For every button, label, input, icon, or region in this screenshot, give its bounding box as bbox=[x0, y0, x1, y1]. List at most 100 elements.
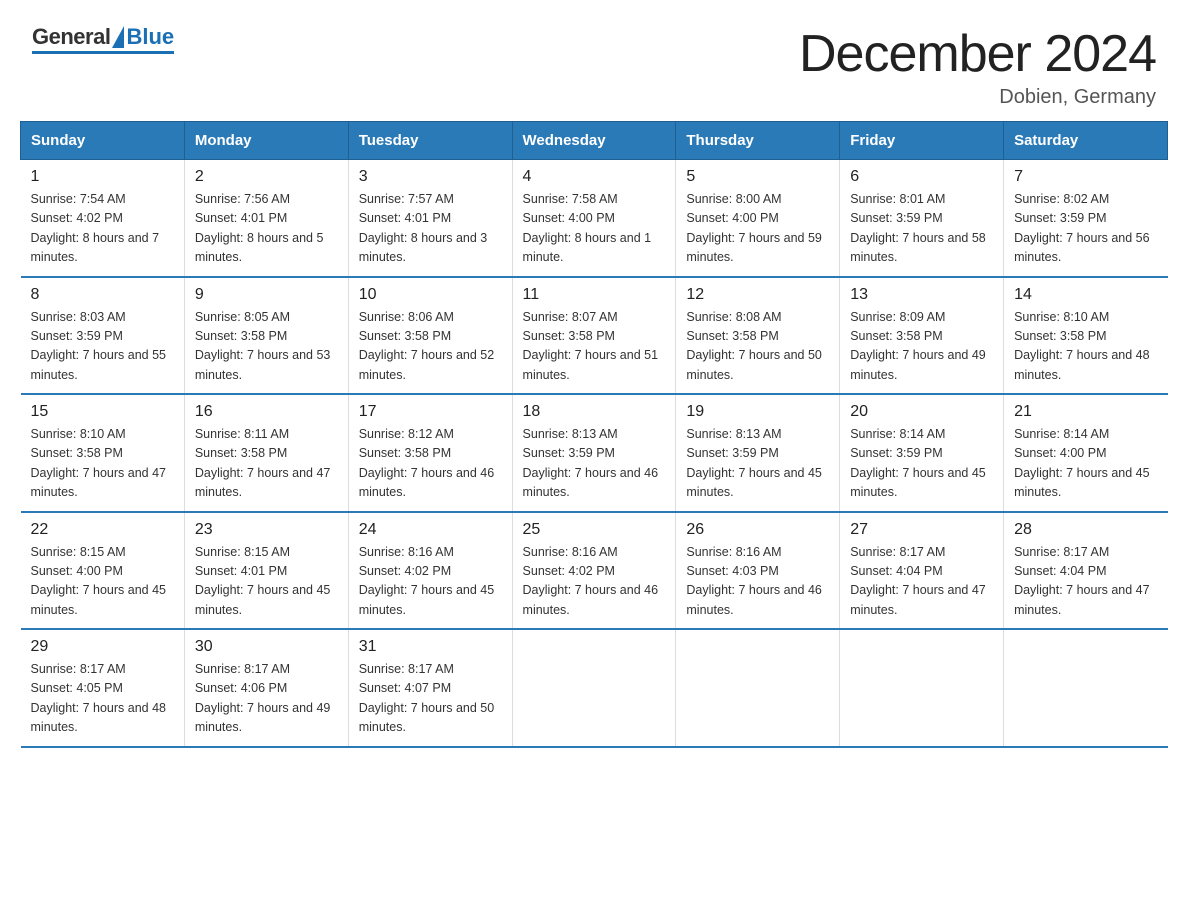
day-info: Sunrise: 8:10 AMSunset: 3:58 PMDaylight:… bbox=[31, 425, 174, 503]
week-row-1: 1Sunrise: 7:54 AMSunset: 4:02 PMDaylight… bbox=[21, 160, 1168, 277]
day-info: Sunrise: 8:11 AMSunset: 3:58 PMDaylight:… bbox=[195, 425, 338, 503]
week-row-5: 29Sunrise: 8:17 AMSunset: 4:05 PMDayligh… bbox=[21, 629, 1168, 747]
calendar-cell: 4Sunrise: 7:58 AMSunset: 4:00 PMDaylight… bbox=[512, 160, 676, 277]
calendar-cell: 3Sunrise: 7:57 AMSunset: 4:01 PMDaylight… bbox=[348, 160, 512, 277]
day-info: Sunrise: 7:57 AMSunset: 4:01 PMDaylight:… bbox=[359, 190, 502, 268]
title-section: December 2024 Dobien, Germany bbox=[799, 24, 1156, 109]
day-info: Sunrise: 8:16 AMSunset: 4:02 PMDaylight:… bbox=[523, 543, 666, 621]
week-row-3: 15 Sunrise: 8:10 AMSunset: 3:58 PMDayligh… bbox=[21, 394, 1168, 512]
calendar-cell: 17 Sunrise: 8:12 AMSunset: 3:58 PMDayligh… bbox=[348, 394, 512, 512]
header-day-monday: Monday bbox=[184, 122, 348, 160]
calendar-cell: 13Sunrise: 8:09 AMSunset: 3:58 PMDayligh… bbox=[840, 277, 1004, 395]
calendar-cell: 14 Sunrise: 8:10 AMSunset: 3:58 PMDayligh… bbox=[1004, 277, 1168, 395]
calendar-cell bbox=[676, 629, 840, 747]
calendar-cell bbox=[1004, 629, 1168, 747]
day-number: 8 bbox=[31, 286, 174, 304]
day-number: 4 bbox=[523, 168, 666, 186]
header-day-thursday: Thursday bbox=[676, 122, 840, 160]
calendar-cell: 7 Sunrise: 8:02 AMSunset: 3:59 PMDaylight… bbox=[1004, 160, 1168, 277]
calendar-cell: 16 Sunrise: 8:11 AMSunset: 3:58 PMDayligh… bbox=[184, 394, 348, 512]
day-info: Sunrise: 7:56 AMSunset: 4:01 PMDaylight:… bbox=[195, 190, 338, 268]
logo-underline bbox=[32, 51, 174, 54]
day-info: Sunrise: 8:12 AMSunset: 3:58 PMDaylight:… bbox=[359, 425, 502, 503]
header-day-saturday: Saturday bbox=[1004, 122, 1168, 160]
day-number: 22 bbox=[31, 521, 174, 539]
calendar-cell: 31Sunrise: 8:17 AMSunset: 4:07 PMDayligh… bbox=[348, 629, 512, 747]
page-header: General Blue December 2024 Dobien, Germa… bbox=[0, 0, 1188, 121]
day-info: Sunrise: 8:00 AMSunset: 4:00 PMDaylight:… bbox=[686, 190, 829, 268]
day-info: Sunrise: 8:17 AMSunset: 4:04 PMDaylight:… bbox=[1014, 543, 1157, 621]
day-info: Sunrise: 8:16 AMSunset: 4:02 PMDaylight:… bbox=[359, 543, 502, 621]
day-info: Sunrise: 8:14 AMSunset: 3:59 PMDaylight:… bbox=[850, 425, 993, 503]
day-number: 20 bbox=[850, 403, 993, 421]
calendar-cell: 11Sunrise: 8:07 AMSunset: 3:58 PMDayligh… bbox=[512, 277, 676, 395]
day-number: 23 bbox=[195, 521, 338, 539]
calendar-cell: 26 Sunrise: 8:16 AMSunset: 4:03 PMDayligh… bbox=[676, 512, 840, 630]
header-day-wednesday: Wednesday bbox=[512, 122, 676, 160]
calendar-cell: 29Sunrise: 8:17 AMSunset: 4:05 PMDayligh… bbox=[21, 629, 185, 747]
calendar-cell: 5Sunrise: 8:00 AMSunset: 4:00 PMDaylight… bbox=[676, 160, 840, 277]
day-info: Sunrise: 8:14 AMSunset: 4:00 PMDaylight:… bbox=[1014, 425, 1157, 503]
day-number: 17 bbox=[359, 403, 502, 421]
day-number: 16 bbox=[195, 403, 338, 421]
week-row-2: 8Sunrise: 8:03 AMSunset: 3:59 PMDaylight… bbox=[21, 277, 1168, 395]
day-number: 14 bbox=[1014, 286, 1157, 304]
calendar-cell: 21 Sunrise: 8:14 AMSunset: 4:00 PMDayligh… bbox=[1004, 394, 1168, 512]
day-number: 2 bbox=[195, 168, 338, 186]
day-number: 7 bbox=[1014, 168, 1157, 186]
location-subtitle: Dobien, Germany bbox=[799, 86, 1156, 109]
day-info: Sunrise: 8:16 AMSunset: 4:03 PMDaylight:… bbox=[686, 543, 829, 621]
day-info: Sunrise: 8:15 AMSunset: 4:01 PMDaylight:… bbox=[195, 543, 338, 621]
logo: General Blue bbox=[32, 24, 174, 54]
calendar-body: 1Sunrise: 7:54 AMSunset: 4:02 PMDaylight… bbox=[21, 160, 1168, 747]
day-number: 29 bbox=[31, 638, 174, 656]
calendar-cell: 24 Sunrise: 8:16 AMSunset: 4:02 PMDayligh… bbox=[348, 512, 512, 630]
calendar-cell bbox=[840, 629, 1004, 747]
day-number: 21 bbox=[1014, 403, 1157, 421]
calendar-cell: 30Sunrise: 8:17 AMSunset: 4:06 PMDayligh… bbox=[184, 629, 348, 747]
calendar-cell: 27Sunrise: 8:17 AMSunset: 4:04 PMDayligh… bbox=[840, 512, 1004, 630]
calendar-cell: 25 Sunrise: 8:16 AMSunset: 4:02 PMDayligh… bbox=[512, 512, 676, 630]
day-number: 24 bbox=[359, 521, 502, 539]
day-info: Sunrise: 8:17 AMSunset: 4:04 PMDaylight:… bbox=[850, 543, 993, 621]
day-info: Sunrise: 8:05 AMSunset: 3:58 PMDaylight:… bbox=[195, 308, 338, 386]
calendar-cell: 1Sunrise: 7:54 AMSunset: 4:02 PMDaylight… bbox=[21, 160, 185, 277]
calendar-table: SundayMondayTuesdayWednesdayThursdayFrid… bbox=[20, 121, 1168, 748]
header-day-tuesday: Tuesday bbox=[348, 122, 512, 160]
calendar-cell: 10 Sunrise: 8:06 AMSunset: 3:58 PMDayligh… bbox=[348, 277, 512, 395]
day-number: 10 bbox=[359, 286, 502, 304]
logo-blue-text: Blue bbox=[126, 24, 174, 50]
day-info: Sunrise: 8:15 AMSunset: 4:00 PMDaylight:… bbox=[31, 543, 174, 621]
day-number: 6 bbox=[850, 168, 993, 186]
day-info: Sunrise: 8:10 AMSunset: 3:58 PMDaylight:… bbox=[1014, 308, 1157, 386]
calendar-cell: 8Sunrise: 8:03 AMSunset: 3:59 PMDaylight… bbox=[21, 277, 185, 395]
calendar-cell: 23 Sunrise: 8:15 AMSunset: 4:01 PMDayligh… bbox=[184, 512, 348, 630]
calendar-cell bbox=[512, 629, 676, 747]
calendar-container: SundayMondayTuesdayWednesdayThursdayFrid… bbox=[0, 121, 1188, 768]
logo-triangle-icon bbox=[112, 26, 124, 48]
week-row-4: 22 Sunrise: 8:15 AMSunset: 4:00 PMDayligh… bbox=[21, 512, 1168, 630]
day-number: 31 bbox=[359, 638, 502, 656]
logo-general-text: General bbox=[32, 24, 110, 50]
calendar-cell: 6 Sunrise: 8:01 AMSunset: 3:59 PMDaylight… bbox=[840, 160, 1004, 277]
header-day-sunday: Sunday bbox=[21, 122, 185, 160]
day-number: 25 bbox=[523, 521, 666, 539]
day-number: 11 bbox=[523, 286, 666, 304]
header-row: SundayMondayTuesdayWednesdayThursdayFrid… bbox=[21, 122, 1168, 160]
day-info: Sunrise: 8:06 AMSunset: 3:58 PMDaylight:… bbox=[359, 308, 502, 386]
day-number: 28 bbox=[1014, 521, 1157, 539]
calendar-cell: 22 Sunrise: 8:15 AMSunset: 4:00 PMDayligh… bbox=[21, 512, 185, 630]
day-number: 26 bbox=[686, 521, 829, 539]
day-info: Sunrise: 8:01 AMSunset: 3:59 PMDaylight:… bbox=[850, 190, 993, 268]
day-number: 30 bbox=[195, 638, 338, 656]
calendar-cell: 18Sunrise: 8:13 AMSunset: 3:59 PMDayligh… bbox=[512, 394, 676, 512]
day-info: Sunrise: 8:08 AMSunset: 3:58 PMDaylight:… bbox=[686, 308, 829, 386]
calendar-cell: 28 Sunrise: 8:17 AMSunset: 4:04 PMDayligh… bbox=[1004, 512, 1168, 630]
day-number: 19 bbox=[686, 403, 829, 421]
day-info: Sunrise: 8:02 AMSunset: 3:59 PMDaylight:… bbox=[1014, 190, 1157, 268]
day-number: 15 bbox=[31, 403, 174, 421]
calendar-cell: 20 Sunrise: 8:14 AMSunset: 3:59 PMDayligh… bbox=[840, 394, 1004, 512]
day-number: 18 bbox=[523, 403, 666, 421]
calendar-cell: 9 Sunrise: 8:05 AMSunset: 3:58 PMDaylight… bbox=[184, 277, 348, 395]
day-number: 9 bbox=[195, 286, 338, 304]
